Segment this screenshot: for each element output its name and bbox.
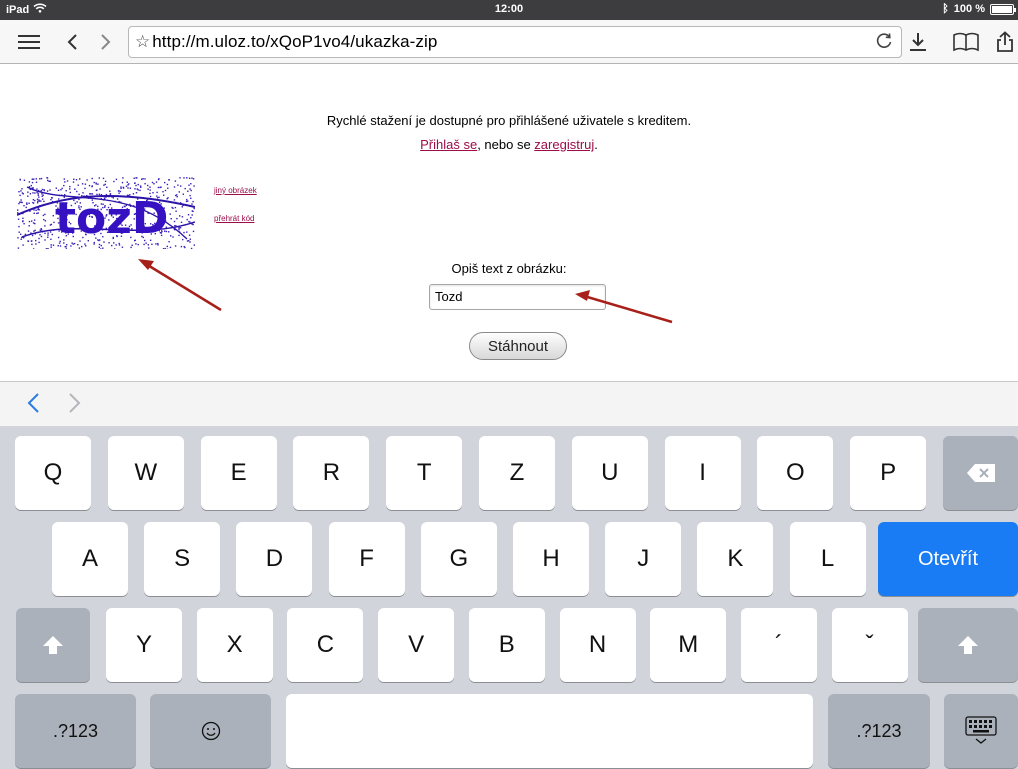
row3-key-0[interactable]: Y: [106, 608, 182, 682]
download-icon[interactable]: [908, 28, 928, 56]
space-key[interactable]: [286, 694, 813, 768]
hide-keyboard-icon[interactable]: [944, 694, 1018, 768]
open-key[interactable]: Otevřít: [878, 522, 1018, 596]
reload-icon[interactable]: [875, 32, 893, 55]
battery-percent: 100 %: [953, 3, 985, 15]
battery-icon: [990, 3, 1016, 15]
row2-key-7[interactable]: K: [697, 522, 774, 596]
address-bar[interactable]: ☆ http://m.uloz.to/xQoP1vo4/ukazka-zip: [128, 26, 902, 58]
arrow-to-input: [575, 290, 673, 324]
shift-key-left[interactable]: [16, 608, 90, 682]
row1-key-3[interactable]: R: [293, 436, 370, 510]
keyboard-accessory-bar: [0, 381, 1018, 426]
row3-key-3[interactable]: V: [378, 608, 455, 682]
row3-key-5[interactable]: N: [559, 608, 636, 682]
row2-key-3[interactable]: F: [328, 522, 405, 596]
keyboard: QWERTZUIOP ASDFGHJKL Otevřít Y X C V B N M ´ ˇ .…: [0, 426, 1018, 769]
row1-key-5[interactable]: Z: [479, 436, 555, 510]
next-field-icon[interactable]: [68, 390, 82, 421]
previous-field-icon[interactable]: [26, 390, 40, 421]
row3-key-6[interactable]: M: [650, 608, 727, 682]
bluetooth-icon: ᛒ: [942, 3, 949, 15]
row2-key-0[interactable]: A: [52, 522, 128, 596]
row3-key-4[interactable]: B: [468, 608, 545, 682]
menu-icon[interactable]: [18, 28, 40, 56]
battery-fill: [992, 5, 1012, 13]
bookmarks-icon[interactable]: [952, 28, 980, 56]
row2-key-8[interactable]: L: [789, 522, 866, 596]
browser-toolbar: ☆ http://m.uloz.to/xQoP1vo4/ukazka-zip: [0, 20, 1018, 64]
url-text: http://m.uloz.to/xQoP1vo4/ukazka-zip: [152, 32, 438, 51]
arrow-to-captcha: [138, 259, 222, 312]
row2-key-4[interactable]: G: [420, 522, 497, 596]
row1-key-7[interactable]: I: [664, 436, 741, 510]
star-icon[interactable]: ☆: [135, 32, 150, 52]
numbers-key-right[interactable]: .?123: [828, 694, 930, 768]
row1-key-8[interactable]: O: [757, 436, 834, 510]
shift-key-right[interactable]: [918, 608, 1018, 682]
row2-key-5[interactable]: H: [513, 522, 589, 596]
row3-key-7[interactable]: ´: [740, 608, 817, 682]
forward-icon[interactable]: [100, 28, 112, 56]
share-icon[interactable]: [996, 28, 1014, 56]
row2-key-6[interactable]: J: [605, 522, 682, 596]
row1-key-1[interactable]: W: [107, 436, 184, 510]
annotation-arrows: [138, 259, 673, 324]
row1-key-0[interactable]: Q: [15, 436, 91, 510]
row1-key-2[interactable]: E: [200, 436, 277, 510]
row3-key-8[interactable]: ˇ: [831, 608, 908, 682]
backspace-key[interactable]: [943, 436, 1018, 510]
row3-key-2[interactable]: C: [287, 608, 364, 682]
row1-key-4[interactable]: T: [386, 436, 463, 510]
numbers-key-left[interactable]: .?123: [15, 694, 136, 768]
row2-key-1[interactable]: S: [144, 522, 221, 596]
row1-key-9[interactable]: P: [850, 436, 927, 510]
web-page: Rychlé stažení je dostupné pro přihlášen…: [0, 65, 1018, 381]
row2-key-2[interactable]: D: [236, 522, 313, 596]
row3-key-1[interactable]: X: [196, 608, 273, 682]
back-icon[interactable]: [66, 28, 78, 56]
status-bar: iPad 12:00 ᛒ 100 %: [0, 0, 1018, 20]
clock: 12:00: [494, 3, 524, 15]
row1-key-6[interactable]: U: [571, 436, 648, 510]
emoji-icon[interactable]: [150, 694, 271, 768]
